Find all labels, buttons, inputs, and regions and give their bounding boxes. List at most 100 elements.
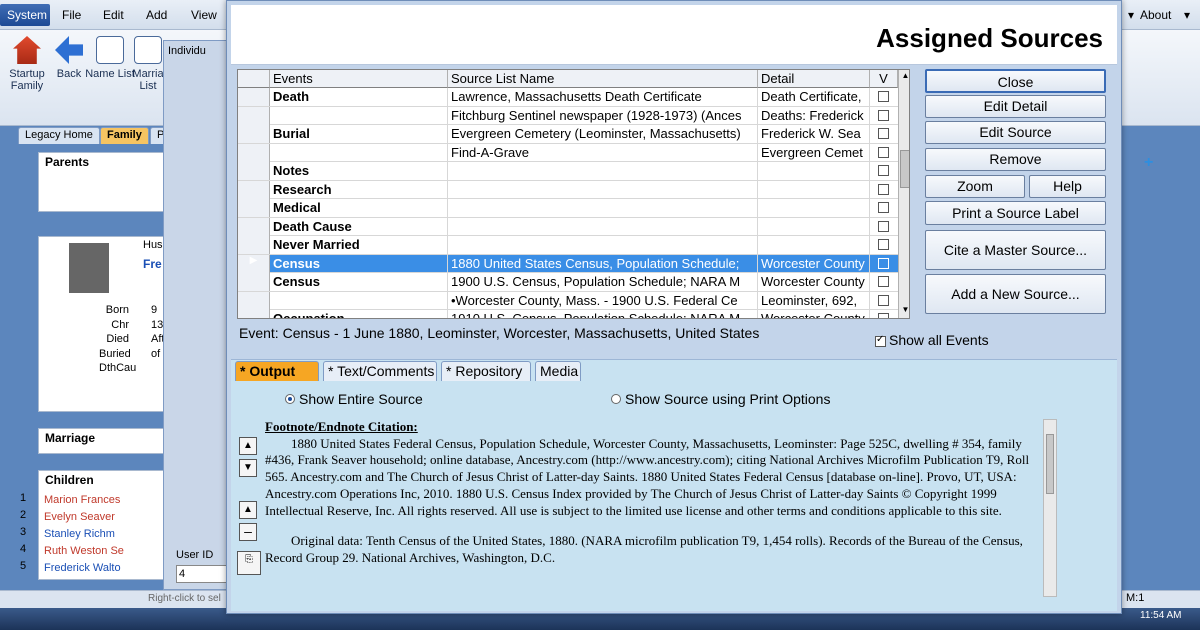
row-header[interactable] (238, 180, 270, 199)
help-button[interactable]: Help (1029, 175, 1106, 198)
verified-checkbox[interactable] (878, 183, 889, 195)
remove-button[interactable]: Remove (925, 148, 1106, 171)
husband-name[interactable]: Fre (143, 257, 162, 271)
tab-output[interactable]: * Output (235, 361, 319, 381)
move-up-icon[interactable]: ▲ (239, 437, 257, 455)
source-row[interactable]: Medical (238, 199, 898, 218)
source-row[interactable]: Burial Evergreen Cemetery (Leominster, Ma… (238, 125, 898, 144)
row-header[interactable] (238, 310, 270, 318)
source-name-cell (448, 199, 758, 217)
source-row[interactable]: Find-A-Grave Evergreen Cemet (238, 143, 898, 162)
source-row[interactable]: Never Married (238, 236, 898, 255)
menu-about[interactable]: About (1140, 8, 1171, 22)
marriage-list-label: Marria List (132, 68, 164, 92)
menu-more-icon[interactable]: ▾ (1184, 8, 1190, 22)
row-header[interactable] (238, 162, 270, 180)
citation-scrollbar[interactable] (1043, 419, 1057, 597)
row-header[interactable] (238, 199, 270, 217)
menu-view[interactable]: View (191, 8, 217, 22)
row-pointer-icon[interactable]: ▶ (238, 254, 270, 273)
source-row[interactable]: •Worcester County, Mass. - 1900 U.S. Fed… (238, 291, 898, 310)
checkbox-icon[interactable] (875, 334, 886, 347)
verified-checkbox[interactable] (878, 294, 889, 306)
verified-checkbox[interactable] (878, 146, 889, 158)
citation-text[interactable]: Footnote/Endnote Citation: 1880 United S… (265, 419, 1059, 597)
verified-checkbox[interactable] (878, 313, 889, 318)
show-print-options-radio[interactable]: Show Source using Print Options (611, 391, 830, 407)
tab-text-comments[interactable]: * Text/Comments (323, 361, 437, 381)
marriage-card[interactable]: Marriage (38, 428, 168, 454)
menu-file[interactable]: File (62, 8, 81, 22)
source-row[interactable]: ▶ Census 1880 United States Census, Popula… (238, 254, 898, 273)
tab-family[interactable]: Family (100, 127, 149, 144)
source-row[interactable]: Notes (238, 162, 898, 181)
move-down-icon[interactable]: ▼ (239, 459, 257, 477)
col-v[interactable]: V (870, 70, 898, 88)
verified-checkbox[interactable] (878, 91, 889, 102)
child-name[interactable]: Evelyn Seaver (44, 511, 115, 523)
row-header[interactable] (238, 236, 270, 254)
add-icon[interactable]: + (1144, 154, 1153, 172)
show-all-events-checkbox[interactable]: Show all Events (875, 332, 989, 348)
verified-checkbox[interactable] (878, 109, 889, 121)
col-source-list-name[interactable]: Source List Name (448, 70, 758, 88)
parents-card[interactable]: Parents (38, 152, 168, 212)
close-button[interactable]: Close (925, 69, 1106, 93)
tab-media[interactable]: Media (535, 361, 581, 381)
source-row[interactable]: Occupation 1910 U.S. Census, Population S… (238, 310, 898, 318)
verified-checkbox[interactable] (878, 220, 889, 232)
scroll-up-icon[interactable]: ▲ (900, 71, 909, 82)
child-name[interactable]: Stanley Richm (44, 528, 115, 540)
edit-detail-button[interactable]: Edit Detail (925, 95, 1106, 118)
print-source-label-button[interactable]: Print a Source Label (925, 201, 1106, 225)
husband-card[interactable]: Hus Fre Born Chr Died Buried DthCau 9 13… (38, 236, 171, 412)
source-row[interactable]: Fitchburg Sentinel newspaper (1928-1973)… (238, 106, 898, 125)
menu-arrow-icon[interactable]: ▾ (1128, 8, 1134, 22)
citation-scroll-thumb[interactable] (1046, 434, 1054, 494)
verified-checkbox[interactable] (878, 276, 889, 287)
marriage-list-button[interactable]: Marria List (128, 36, 168, 92)
tab-repository[interactable]: * Repository (441, 361, 531, 381)
col-detail[interactable]: Detail (758, 70, 870, 88)
row-header[interactable] (238, 291, 270, 310)
verified-checkbox[interactable] (878, 239, 889, 250)
scroll-down-icon[interactable]: ▼ (900, 305, 909, 316)
show-entire-source-radio[interactable]: Show Entire Source (285, 391, 423, 407)
add-new-source-button[interactable]: Add a New Source... (925, 274, 1106, 314)
menu-system[interactable]: System (0, 4, 50, 26)
menu-edit[interactable]: Edit (103, 8, 124, 22)
user-id-field[interactable]: 4 (176, 565, 228, 583)
verified-checkbox[interactable] (878, 165, 889, 176)
row-header[interactable] (238, 125, 270, 143)
source-row[interactable]: Research (238, 180, 898, 199)
scroll-thumb[interactable] (900, 150, 909, 188)
col-events[interactable]: Events (270, 70, 448, 88)
child-name[interactable]: Marion Frances (44, 494, 120, 506)
source-row[interactable]: Death Cause (238, 217, 898, 236)
row-header[interactable] (238, 143, 270, 162)
expand-up-icon[interactable]: ▲ (239, 501, 257, 519)
sources-grid[interactable]: Events Source List Name Detail V Death La… (237, 69, 910, 319)
row-header[interactable] (238, 88, 270, 106)
grid-scrollbar[interactable]: ▲ ▼ (898, 70, 909, 318)
source-row[interactable]: Death Lawrence, Massachusetts Death Certi… (238, 88, 898, 107)
verified-checkbox[interactable] (878, 257, 889, 269)
row-header[interactable] (238, 106, 270, 125)
row-header[interactable] (238, 273, 270, 291)
edit-source-button[interactable]: Edit Source (925, 121, 1106, 144)
child-name[interactable]: Frederick Walto (44, 562, 121, 574)
copy-citation-icon[interactable]: ⎘ (237, 551, 261, 575)
person-photo[interactable] (69, 243, 109, 293)
collapse-icon[interactable]: – (239, 523, 257, 541)
verified-checkbox[interactable] (878, 128, 889, 139)
verified-checkbox[interactable] (878, 202, 889, 213)
radio-off-icon[interactable] (611, 394, 621, 404)
tab-legacy-home[interactable]: Legacy Home (18, 127, 100, 144)
child-name[interactable]: Ruth Weston Se (44, 545, 124, 557)
menu-add[interactable]: Add (146, 8, 167, 22)
row-header[interactable] (238, 217, 270, 236)
radio-on-icon[interactable] (285, 394, 295, 404)
zoom-button[interactable]: Zoom (925, 175, 1025, 198)
cite-master-source-button[interactable]: Cite a Master Source... (925, 230, 1106, 270)
source-row[interactable]: Census 1900 U.S. Census, Population Sched… (238, 273, 898, 292)
